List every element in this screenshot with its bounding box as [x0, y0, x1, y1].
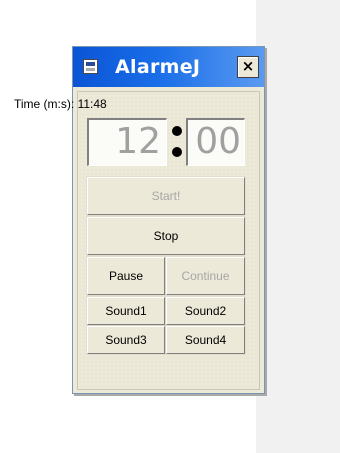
- seconds-field[interactable]: 00: [186, 118, 245, 166]
- colon-dot-bottom: [172, 147, 182, 157]
- start-button[interactable]: Start!: [87, 177, 245, 215]
- minutes-field[interactable]: 12: [87, 118, 167, 166]
- background-panel: [256, 0, 340, 453]
- pause-button[interactable]: Pause: [87, 257, 165, 295]
- title-bar[interactable]: AlarmeJ ×: [73, 47, 264, 87]
- sound3-button[interactable]: Sound3: [87, 326, 165, 354]
- stop-button[interactable]: Stop: [87, 217, 245, 255]
- app-icon: [83, 59, 98, 74]
- sound1-button[interactable]: Sound1: [87, 297, 165, 325]
- window-title: AlarmeJ: [115, 56, 201, 78]
- sound4-button[interactable]: Sound4: [166, 326, 245, 354]
- colon-dot-top: [172, 126, 182, 136]
- current-time: 11:48: [77, 97, 107, 111]
- time-label: Time (m:s): 11:48: [14, 97, 107, 111]
- continue-button[interactable]: Continue: [166, 257, 245, 295]
- close-button[interactable]: ×: [237, 56, 259, 78]
- sound2-button[interactable]: Sound2: [166, 297, 245, 325]
